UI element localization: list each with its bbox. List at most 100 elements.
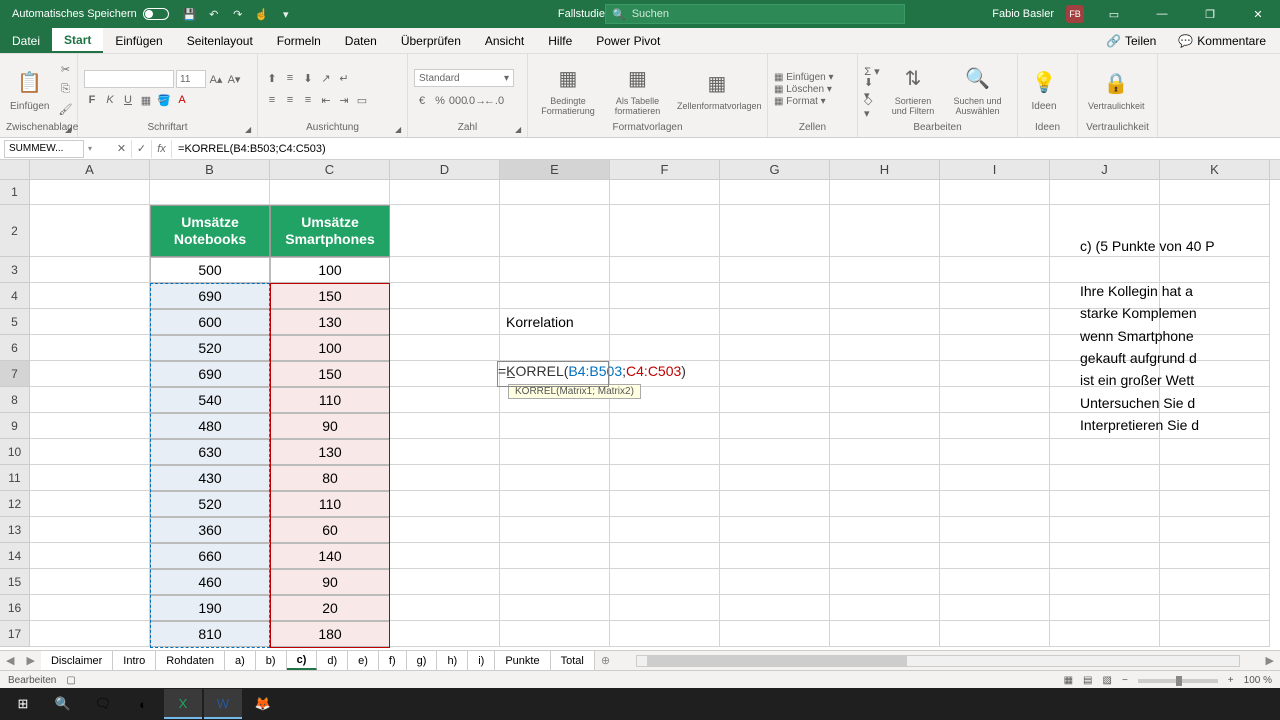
cancel-formula-icon[interactable]: ✕ bbox=[112, 140, 132, 158]
cell[interactable]: 600 bbox=[150, 309, 270, 335]
row-header-8[interactable]: 8 bbox=[0, 387, 30, 413]
tab-view[interactable]: Ansicht bbox=[473, 28, 536, 53]
cell[interactable] bbox=[500, 413, 610, 439]
cell[interactable]: 90 bbox=[270, 569, 390, 595]
cell[interactable] bbox=[1160, 595, 1270, 621]
delete-cells-button[interactable]: ▦ Löschen ▾ bbox=[774, 84, 834, 95]
dialog-launcher-icon[interactable]: ◢ bbox=[65, 125, 75, 135]
view-layout-icon[interactable]: ▤ bbox=[1083, 675, 1092, 686]
col-header-E[interactable]: E bbox=[500, 160, 610, 179]
col-header-K[interactable]: K bbox=[1160, 160, 1270, 179]
view-normal-icon[interactable]: ▦ bbox=[1064, 675, 1073, 686]
cell[interactable]: 180 bbox=[270, 621, 390, 647]
cell[interactable] bbox=[500, 595, 610, 621]
col-header-D[interactable]: D bbox=[390, 160, 500, 179]
row-header-13[interactable]: 13 bbox=[0, 517, 30, 543]
cell[interactable] bbox=[390, 517, 500, 543]
taskbar-firefox[interactable]: 🦊 bbox=[244, 689, 282, 719]
cell[interactable]: 810 bbox=[150, 621, 270, 647]
cell[interactable]: 690 bbox=[150, 283, 270, 309]
cell[interactable] bbox=[830, 387, 940, 413]
row-header-11[interactable]: 11 bbox=[0, 465, 30, 491]
cell[interactable] bbox=[720, 309, 830, 335]
cell[interactable] bbox=[720, 517, 830, 543]
cell[interactable] bbox=[610, 413, 720, 439]
cell[interactable] bbox=[940, 309, 1050, 335]
close-icon[interactable]: ✕ bbox=[1240, 0, 1276, 28]
cell[interactable]: 60 bbox=[270, 517, 390, 543]
sheet-nav-next-icon[interactable]: ▶ bbox=[20, 654, 40, 667]
cell[interactable] bbox=[1050, 621, 1160, 647]
conditional-format-button[interactable]: ▦Bedingte Formatierung bbox=[534, 60, 602, 118]
tab-home[interactable]: Start bbox=[52, 28, 103, 53]
cell[interactable] bbox=[30, 387, 150, 413]
cell[interactable] bbox=[940, 387, 1050, 413]
sheet-nav-prev-icon[interactable]: ◀ bbox=[0, 654, 20, 667]
cell[interactable] bbox=[30, 491, 150, 517]
cell[interactable] bbox=[1160, 180, 1270, 205]
decimal-dec-icon[interactable]: ←.0 bbox=[486, 93, 502, 109]
cell[interactable] bbox=[830, 361, 940, 387]
cell[interactable] bbox=[830, 569, 940, 595]
cell[interactable] bbox=[500, 205, 610, 257]
row-header-3[interactable]: 3 bbox=[0, 257, 30, 283]
user-name[interactable]: Fabio Basler bbox=[992, 8, 1054, 20]
fill-color-icon[interactable]: 🪣 bbox=[156, 92, 172, 108]
cell[interactable] bbox=[390, 309, 500, 335]
row-header-17[interactable]: 17 bbox=[0, 621, 30, 647]
cell[interactable] bbox=[30, 517, 150, 543]
cell[interactable] bbox=[1160, 569, 1270, 595]
cell[interactable] bbox=[1050, 465, 1160, 491]
cell[interactable] bbox=[30, 621, 150, 647]
cell[interactable]: Korrelation bbox=[500, 309, 610, 335]
sheet-tab-a)[interactable]: a) bbox=[225, 651, 256, 670]
cell[interactable] bbox=[610, 335, 720, 361]
cell[interactable] bbox=[940, 465, 1050, 491]
cell[interactable] bbox=[940, 361, 1050, 387]
cell[interactable] bbox=[390, 205, 500, 257]
zoom-in-icon[interactable]: + bbox=[1228, 675, 1234, 686]
align-right-icon[interactable]: ≡ bbox=[300, 92, 316, 108]
cell[interactable] bbox=[940, 257, 1050, 283]
wrap-text-icon[interactable]: ↵ bbox=[336, 70, 352, 86]
ideas-button[interactable]: 💡Ideen bbox=[1024, 65, 1064, 114]
search-box[interactable]: 🔍 Suchen bbox=[605, 4, 905, 24]
cell[interactable]: 500 bbox=[150, 257, 270, 283]
cell[interactable] bbox=[720, 413, 830, 439]
ribbon-mode-icon[interactable]: ▭ bbox=[1096, 0, 1132, 28]
orientation-icon[interactable]: ↗ bbox=[318, 70, 334, 86]
merge-icon[interactable]: ▭ bbox=[354, 92, 370, 108]
col-header-C[interactable]: C bbox=[270, 160, 390, 179]
chevron-down-icon[interactable]: ▾ bbox=[279, 7, 293, 21]
cell[interactable] bbox=[830, 205, 940, 257]
row-header-10[interactable]: 10 bbox=[0, 439, 30, 465]
sheet-tab-h)[interactable]: h) bbox=[437, 651, 468, 670]
row-header-6[interactable]: 6 bbox=[0, 335, 30, 361]
cell[interactable] bbox=[270, 180, 390, 205]
cell[interactable] bbox=[390, 361, 500, 387]
cell[interactable] bbox=[610, 205, 720, 257]
tab-layout[interactable]: Seitenlayout bbox=[175, 28, 265, 53]
sheet-tab-Intro[interactable]: Intro bbox=[113, 651, 156, 670]
cell[interactable] bbox=[500, 621, 610, 647]
cell[interactable] bbox=[720, 465, 830, 491]
col-header-A[interactable]: A bbox=[30, 160, 150, 179]
col-header-J[interactable]: J bbox=[1050, 160, 1160, 179]
cell[interactable] bbox=[500, 283, 610, 309]
insert-cells-button[interactable]: ▦ Einfügen ▾ bbox=[774, 72, 834, 83]
align-bottom-icon[interactable]: ⬇ bbox=[300, 70, 316, 86]
new-sheet-icon[interactable]: ⊕ bbox=[595, 654, 616, 667]
cell[interactable]: 130 bbox=[270, 309, 390, 335]
col-header-I[interactable]: I bbox=[940, 160, 1050, 179]
cell[interactable] bbox=[30, 180, 150, 205]
cell[interactable] bbox=[830, 309, 940, 335]
cell[interactable] bbox=[720, 491, 830, 517]
indent-inc-icon[interactable]: ⇥ bbox=[336, 92, 352, 108]
cell[interactable]: 540 bbox=[150, 387, 270, 413]
align-middle-icon[interactable]: ≡ bbox=[282, 70, 298, 86]
cell[interactable] bbox=[500, 257, 610, 283]
row-header-16[interactable]: 16 bbox=[0, 595, 30, 621]
cell[interactable] bbox=[390, 439, 500, 465]
sort-filter-button[interactable]: ⇅Sortieren und Filtern bbox=[884, 60, 942, 118]
cell[interactable] bbox=[500, 569, 610, 595]
